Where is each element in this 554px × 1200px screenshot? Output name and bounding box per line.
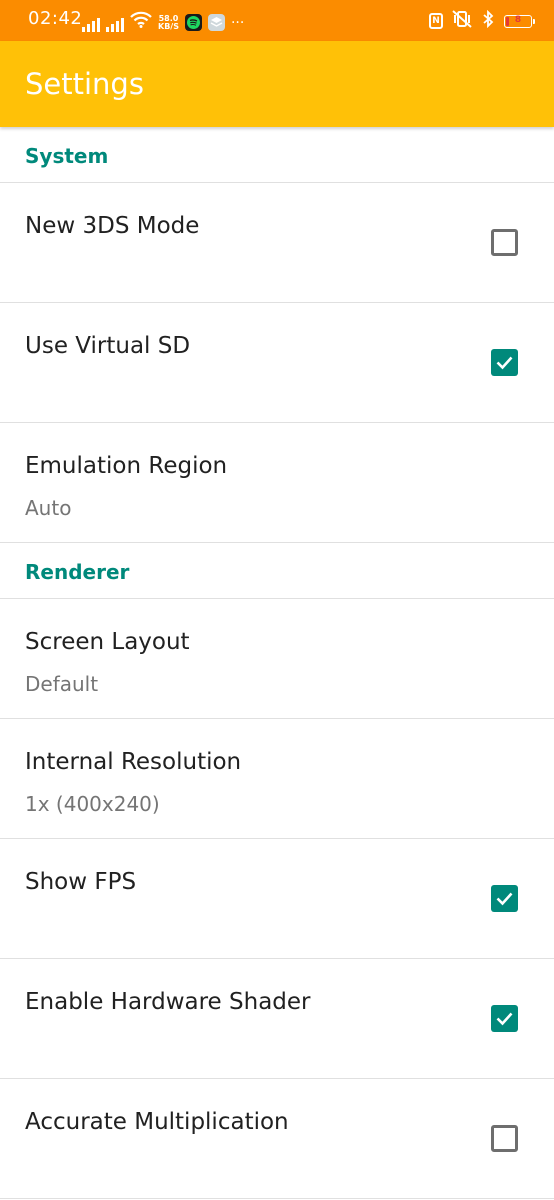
setting-title: Enable Hardware Shader <box>25 989 311 1015</box>
setting-title: Internal Resolution <box>25 749 242 775</box>
checkmark-icon <box>496 1012 513 1026</box>
setting-enable-hardware-shader[interactable]: Enable Hardware Shader <box>0 959 554 1079</box>
setting-use-virtual-sd[interactable]: Use Virtual SD <box>0 303 554 423</box>
net-speed-unit: KB/S <box>158 22 179 31</box>
category-label: System <box>25 144 109 168</box>
signal-icon <box>106 16 124 32</box>
status-left-icons: 58.0 KB/S ··· <box>82 10 244 32</box>
category-label: Renderer <box>25 560 130 584</box>
checkmark-icon <box>496 356 513 370</box>
vibrate-icon <box>452 10 472 32</box>
battery-icon: 8 <box>504 14 535 28</box>
status-right-icons: N 8 <box>429 9 535 32</box>
setting-title: Emulation Region <box>25 453 228 479</box>
category-header-system: System <box>0 127 554 183</box>
category-header-renderer: Renderer <box>0 543 554 599</box>
network-speed: 58.0 KB/S <box>158 15 179 31</box>
checkbox-enable-hardware-shader[interactable] <box>491 1005 518 1032</box>
bluetooth-icon <box>481 9 495 32</box>
setting-title: Use Virtual SD <box>25 333 191 359</box>
setting-show-fps[interactable]: Show FPS <box>0 839 554 959</box>
spotify-icon <box>184 14 202 31</box>
setting-internal-resolution[interactable]: Internal Resolution 1x (400x240) <box>0 719 554 839</box>
setting-new-3ds-mode[interactable]: New 3DS Mode <box>0 183 554 303</box>
checkbox-new-3ds-mode[interactable] <box>491 229 518 256</box>
setting-title: Show FPS <box>25 869 137 895</box>
wifi-icon <box>130 11 152 32</box>
overflow-dots: ··· <box>230 15 245 31</box>
status-bar: 02:42 58.0 KB/S ··· N 8 <box>0 0 554 41</box>
setting-summary: 1x (400x240) <box>25 792 160 816</box>
setting-summary: Default <box>25 672 99 696</box>
stack-app-icon <box>207 14 225 31</box>
setting-title: Accurate Multiplication <box>25 1109 289 1135</box>
battery-level: 8 <box>514 14 522 25</box>
nfc-icon: N <box>429 13 443 29</box>
status-time: 02:42 <box>28 8 83 29</box>
checkbox-accurate-multiplication[interactable] <box>491 1125 518 1152</box>
setting-emulation-region[interactable]: Emulation Region Auto <box>0 423 554 543</box>
signal-icon <box>82 16 100 32</box>
setting-title: New 3DS Mode <box>25 213 200 239</box>
page-title: Settings <box>25 67 144 101</box>
checkbox-show-fps[interactable] <box>491 885 518 912</box>
setting-summary: Auto <box>25 496 72 520</box>
setting-accurate-multiplication[interactable]: Accurate Multiplication <box>0 1079 554 1199</box>
setting-screen-layout[interactable]: Screen Layout Default <box>0 599 554 719</box>
setting-title: Screen Layout <box>25 629 190 655</box>
checkmark-icon <box>496 892 513 906</box>
checkbox-use-virtual-sd[interactable] <box>491 349 518 376</box>
settings-list: System New 3DS Mode Use Virtual SD Emula… <box>0 127 554 1199</box>
app-bar: Settings <box>0 41 554 127</box>
